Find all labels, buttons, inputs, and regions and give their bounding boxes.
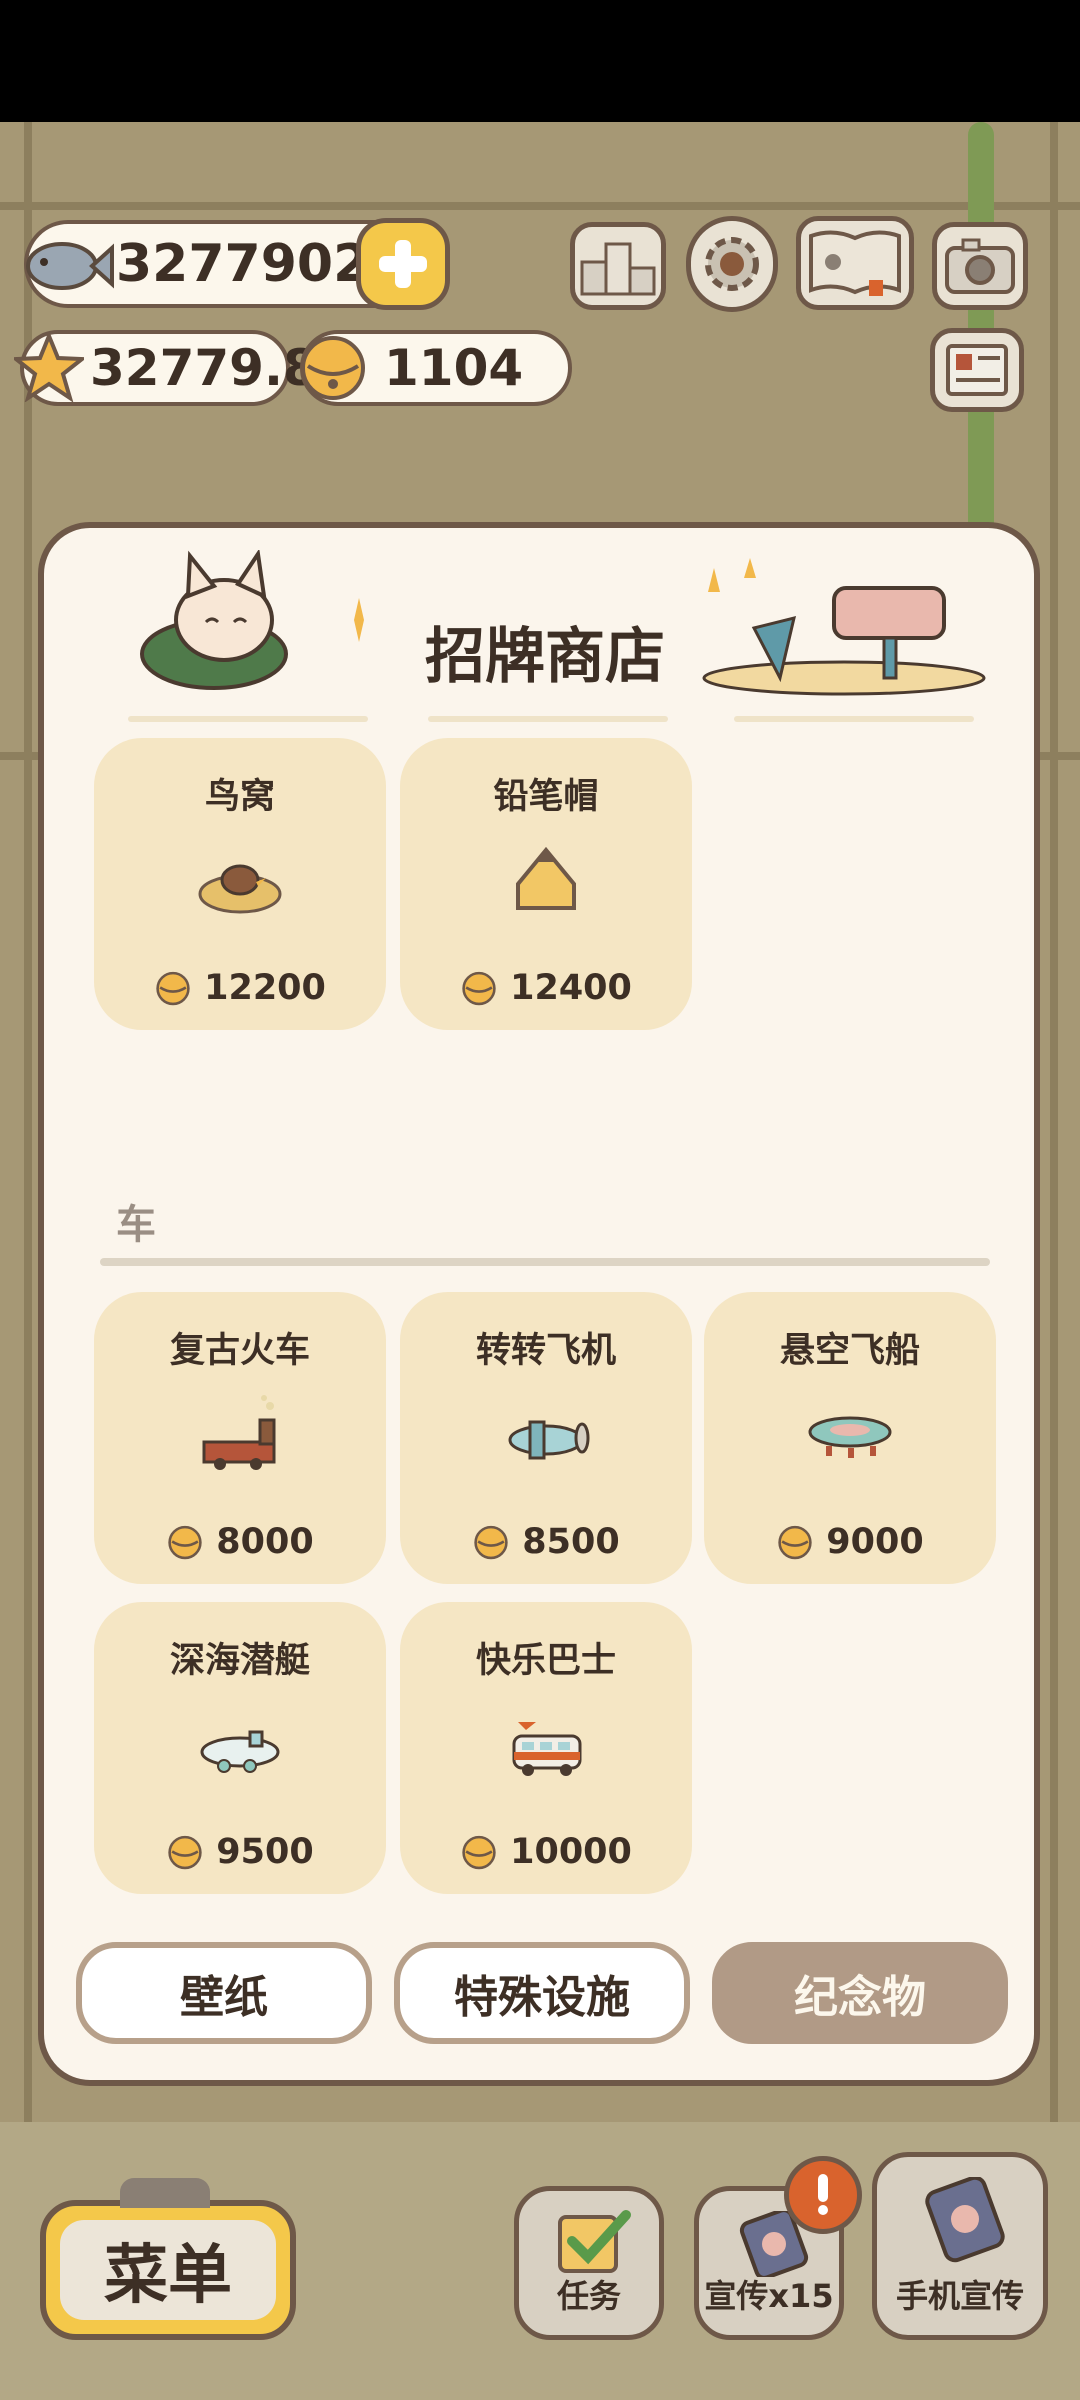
submarine-icon (190, 1702, 290, 1792)
price-value: 8000 (216, 1522, 314, 1562)
shop-item-card[interactable]: 转转飞机 8500 (400, 1292, 692, 1584)
item-price: 8500 (400, 1522, 692, 1562)
bird-nest-icon (190, 838, 290, 928)
catbook-button[interactable] (796, 216, 914, 310)
menu-label: 菜单 (104, 2239, 232, 2313)
retro-train-icon (190, 1392, 290, 1482)
bell-icon (296, 330, 370, 404)
wall-post (1050, 122, 1058, 2400)
bell-icon (462, 971, 496, 1006)
item-price: 8000 (94, 1522, 386, 1562)
wall-beam (0, 202, 1080, 210)
star-count: 32779.8 (90, 339, 318, 397)
item-name: 深海潜艇 (169, 1641, 310, 1681)
camera-icon (945, 238, 1015, 294)
bell-icon (462, 1835, 496, 1870)
sign-shop-panel: 招牌商店 鸟窝 12200 铅笔帽 12400 车 复古火车 8000 转转飞机… (38, 522, 1040, 2086)
phone-promo-label: 手机宣传 (895, 2277, 1024, 2315)
clipboard-clip (120, 2178, 210, 2208)
alert-badge (784, 2156, 862, 2234)
paint-roller-illustration (684, 558, 994, 708)
item-name: 铅笔帽 (493, 777, 599, 817)
shop-item-card[interactable]: 快乐巴士 10000 (400, 1602, 692, 1894)
fish-icon (18, 222, 114, 306)
item-name: 复古火车 (169, 1331, 310, 1371)
podium-icon (580, 242, 656, 296)
airship-icon (800, 1392, 900, 1482)
shop-item-card[interactable]: 悬空飞船 9000 (704, 1292, 996, 1584)
spinning-plane-icon (496, 1392, 596, 1482)
bus-icon (496, 1702, 596, 1792)
checkmark-icon (558, 2210, 631, 2273)
wall-post (24, 122, 32, 2400)
paw-book-icon (809, 230, 901, 296)
item-name: 鸟窝 (204, 777, 275, 817)
fish-count: 3277902 (116, 234, 370, 294)
item-price: 12200 (94, 968, 386, 1008)
section-divider (100, 1258, 990, 1266)
phone-promo-button[interactable]: 手机宣传 (872, 2152, 1048, 2340)
bell-count: 1104 (384, 339, 524, 397)
price-value: 8500 (522, 1522, 620, 1562)
bell-icon (156, 971, 190, 1006)
promo-label: 宣传x15 (704, 2277, 834, 2315)
menu-button[interactable]: 菜单 (40, 2200, 296, 2340)
phone-promo-icon (925, 2177, 1005, 2263)
shop-item-card[interactable]: 复古火车 8000 (94, 1292, 386, 1584)
item-name: 转转飞机 (475, 1331, 616, 1371)
tab-wallpaper[interactable]: 壁纸 (76, 1942, 372, 2044)
star-icon (10, 330, 88, 403)
shop-item-card[interactable]: 铅笔帽 12400 (400, 738, 692, 1030)
exclamation-icon (818, 2174, 828, 2215)
bell-icon (474, 1525, 508, 1560)
price-value: 9500 (216, 1832, 314, 1872)
section-label-car: 车 (116, 1202, 156, 1248)
plus-icon (379, 240, 427, 288)
settings-button[interactable] (686, 216, 778, 312)
tasks-button[interactable]: 任务 (514, 2186, 664, 2340)
item-name: 悬空飞船 (779, 1331, 920, 1371)
tab-special-facilities[interactable]: 特殊设施 (394, 1942, 690, 2044)
bell-icon (168, 1525, 202, 1560)
price-value: 12200 (204, 968, 326, 1008)
price-value: 10000 (510, 1832, 632, 1872)
tab-souvenirs[interactable]: 纪念物 (712, 1942, 1008, 2044)
item-price: 9000 (704, 1522, 996, 1562)
scroll-edge (428, 716, 668, 722)
item-name: 快乐巴士 (475, 1641, 616, 1681)
item-price: 10000 (400, 1832, 692, 1872)
price-value: 12400 (510, 968, 632, 1008)
scroll-edge (128, 716, 368, 722)
scroll-edge (734, 716, 974, 722)
pencil-cap-icon (496, 838, 596, 928)
add-fish-button[interactable] (356, 218, 450, 310)
bell-icon (168, 1835, 202, 1870)
ranking-button[interactable] (570, 222, 666, 310)
camera-button[interactable] (932, 222, 1028, 310)
item-price: 9500 (94, 1832, 386, 1872)
item-price: 12400 (400, 968, 692, 1008)
shop-item-card[interactable]: 深海潜艇 9500 (94, 1602, 386, 1894)
newspaper-icon (946, 344, 1008, 396)
price-value: 9000 (826, 1522, 924, 1562)
shop-item-card[interactable]: 鸟窝 12200 (94, 738, 386, 1030)
bell-icon (778, 1525, 812, 1560)
tasks-label: 任务 (556, 2277, 621, 2315)
newspaper-button[interactable] (930, 328, 1024, 412)
gear-icon (705, 237, 759, 291)
